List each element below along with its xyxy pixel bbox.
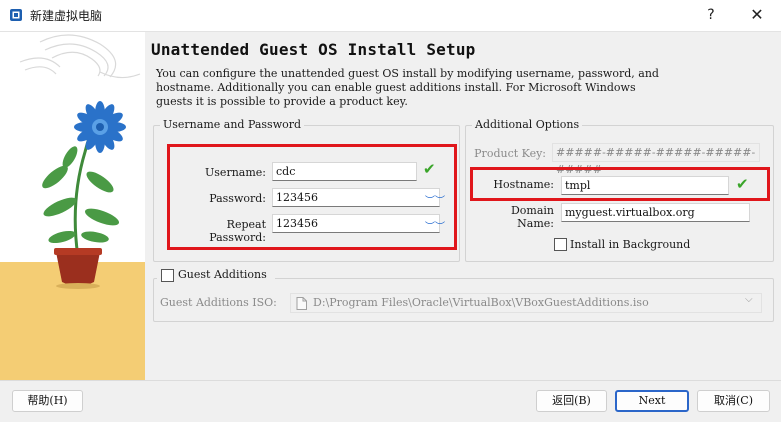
domain-name-label: Domain Name: (510, 204, 554, 230)
guest-additions-label[interactable]: Guest Additions (178, 268, 267, 281)
install-in-background-checkbox[interactable] (554, 238, 567, 251)
chevron-down-icon: ⌵ (745, 294, 753, 305)
install-in-background-label[interactable]: Install in Background (570, 238, 690, 251)
back-button[interactable]: 返回(B) (536, 390, 607, 412)
additional-options-group-title: Additional Options (472, 118, 583, 131)
help-title-button[interactable]: ? (696, 3, 726, 27)
username-field[interactable]: cdc (272, 162, 417, 181)
show-repeat-password-eye-icon[interactable]: ︶︶ (425, 218, 445, 233)
password-label: Password: (209, 192, 266, 205)
username-password-group-title: Username and Password (160, 118, 305, 131)
product-key-label: Product Key: (474, 147, 546, 160)
password-field[interactable]: 123456 (272, 188, 440, 207)
repeat-password-label: Repeat Password: (209, 218, 266, 244)
guest-additions-iso-path: D:\Program Files\Oracle\VirtualBox\VBoxG… (313, 296, 649, 309)
hostname-field[interactable]: tmpl (561, 176, 729, 195)
guest-additions-iso-label: Guest Additions ISO: (160, 296, 277, 309)
help-button[interactable]: 帮助(H) (12, 390, 83, 412)
hostname-valid-check-icon: ✔ (736, 175, 749, 193)
footer-divider (0, 380, 781, 381)
window-title: 新建虚拟电脑 (30, 9, 103, 23)
iso-file-icon (296, 297, 307, 310)
flower-pot-illustration (0, 32, 145, 380)
next-button[interactable]: Next (615, 390, 689, 412)
domain-name-field[interactable]: myguest.virtualbox.org (561, 203, 750, 222)
cancel-button[interactable]: 取消(C) (697, 390, 770, 412)
username-label: Username: (205, 166, 266, 179)
username-valid-check-icon: ✔ (423, 160, 436, 178)
wizard-illustration (0, 32, 145, 380)
close-icon[interactable]: ✕ (740, 3, 774, 27)
repeat-password-field[interactable]: 123456 (272, 214, 440, 233)
page-title: Unattended Guest OS Install Setup (151, 40, 476, 59)
page-description: You can configure the unattended guest O… (156, 67, 659, 108)
virtualbox-app-icon (10, 9, 22, 21)
hostname-label: Hostname: (493, 178, 554, 191)
title-bar (0, 0, 781, 32)
guest-additions-checkbox[interactable] (161, 269, 174, 282)
product-key-field: #####-#####-#####-#####-##### (552, 143, 760, 176)
show-password-eye-icon[interactable]: ︶︶ (425, 192, 445, 207)
guest-additions-iso-combobox: D:\Program Files\Oracle\VirtualBox\VBoxG… (290, 293, 762, 313)
